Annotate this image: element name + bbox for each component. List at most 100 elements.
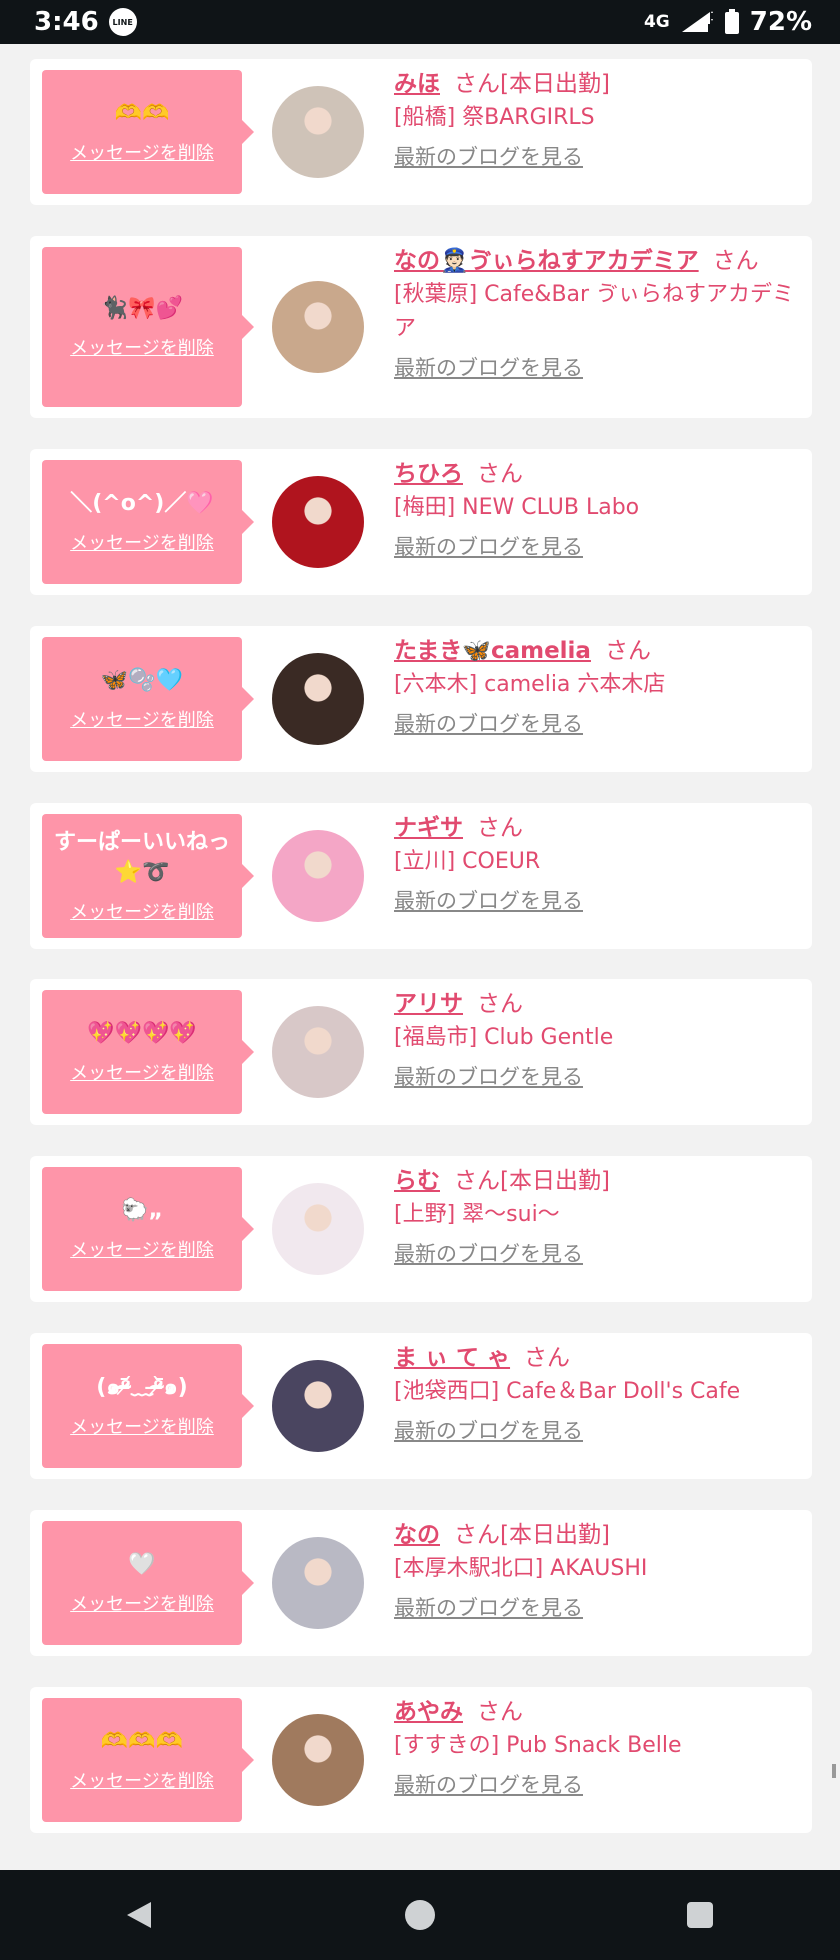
avatar[interactable] — [272, 653, 364, 745]
message-card: 💖💖💖💖 メッセージを削除 アリサ さん [福島市] Club Gentle 最新のブログ… — [30, 979, 812, 1125]
latest-blog-link[interactable]: 最新のブログを見る — [394, 1238, 802, 1270]
entry-info: らむ さん[本日出勤] [上野] 翠〜sui〜最新のブログを見る — [394, 1164, 802, 1270]
cast-name-link[interactable]: たまき🦋camelia — [394, 638, 591, 664]
delete-message-link[interactable]: メッセージを削除 — [70, 706, 214, 732]
network-type: 4G — [643, 12, 670, 32]
name-suffix: さん — [477, 991, 523, 1017]
cast-name-link[interactable]: なの — [394, 1522, 440, 1548]
status-bar: 3:46 LINE 4G 72% — [0, 0, 840, 44]
entry-info: ナギサ さん [立川] COEUR 最新のブログを見る — [394, 811, 802, 917]
shop-name: [上野] 翠〜sui〜 — [394, 1202, 560, 1227]
message-bubble: 🤍 メッセージを削除 — [42, 1521, 254, 1645]
message-list[interactable]: 🫶🫶 メッセージを削除 みほ さん[本日出勤] [船橋] 祭BARGIRLS 最新のブログ… — [0, 44, 840, 1870]
avatar[interactable] — [272, 830, 364, 922]
shop-name: [池袋西口] Cafe＆Bar Doll's Cafe — [394, 1379, 741, 1404]
latest-blog-link[interactable]: 最新のブログを見る — [394, 1061, 802, 1093]
name-line: なの👮🏻ゔぃらねすアカデミア さん — [394, 244, 802, 278]
name-suffix: さん — [477, 1699, 523, 1725]
cast-name-link[interactable]: ナギサ — [394, 815, 463, 841]
entry-info: なの👮🏻ゔぃらねすアカデミア さん [秋葉原] Cafe&Bar ゔぃらねすアカデミ… — [394, 244, 802, 384]
name-suffix: さん[本日出勤] — [454, 1522, 610, 1548]
avatar[interactable] — [272, 281, 364, 373]
delete-message-link[interactable]: メッセージを削除 — [70, 898, 214, 924]
shop-name: [秋葉原] Cafe&Bar ゔぃらねすアカデミア — [394, 282, 795, 341]
delete-message-link[interactable]: メッセージを削除 — [70, 1059, 214, 1085]
message-bubble: 💖💖💖💖 メッセージを削除 — [42, 990, 254, 1114]
avatar[interactable] — [272, 476, 364, 568]
cast-name-link[interactable]: なの👮🏻ゔぃらねすアカデミア — [394, 248, 699, 274]
avatar[interactable] — [272, 1183, 364, 1275]
delete-message-link[interactable]: メッセージを削除 — [70, 1236, 214, 1262]
latest-blog-link[interactable]: 最新のブログを見る — [394, 352, 802, 384]
message-text: 🐑„ — [121, 1198, 163, 1223]
avatar[interactable] — [272, 1006, 364, 1098]
latest-blog-link[interactable]: 最新のブログを見る — [394, 1415, 802, 1447]
clock: 3:46 — [34, 7, 99, 37]
name-line: ナギサ さん — [394, 811, 802, 845]
delete-message-link[interactable]: メッセージを削除 — [70, 1767, 214, 1793]
name-line: アリサ さん — [394, 987, 802, 1021]
message-card: 🫶🫶 メッセージを削除 みほ さん[本日出勤] [船橋] 祭BARGIRLS 最新のブログ… — [30, 59, 812, 205]
avatar[interactable] — [272, 1360, 364, 1452]
entry-info: なの さん[本日出勤] [本厚木駅北口] AKAUSHI 最新のブログを見る — [394, 1518, 802, 1624]
message-card: 🫶🫶🫶 メッセージを削除 あやみ さん [すすきの] Pub Snack Belle 最新… — [30, 1687, 812, 1833]
message-card: 🤍 メッセージを削除 なの さん[本日出勤] [本厚木駅北口] AKAUSHI 最新のブロ… — [30, 1510, 812, 1656]
line-notification-icon: LINE — [108, 8, 137, 36]
name-suffix: さん — [524, 1345, 571, 1371]
entry-info: アリサ さん [福島市] Club Gentle 最新のブログを見る — [394, 987, 802, 1093]
cast-name-link[interactable]: ま ぃ て ゃ — [394, 1345, 510, 1371]
delete-message-link[interactable]: メッセージを削除 — [70, 1590, 214, 1616]
latest-blog-link[interactable]: 最新のブログを見る — [394, 141, 802, 173]
cast-name-link[interactable]: らむ — [394, 1168, 440, 1194]
message-text: (๑ᵒ̴̶̷᷄﹏ᵒ̴̶̷᷅๑) — [96, 1375, 188, 1400]
cast-name-link[interactable]: ちひろ — [394, 461, 463, 487]
delete-message-link[interactable]: メッセージを削除 — [70, 529, 214, 555]
message-text: 🤍 — [128, 1552, 156, 1577]
cast-name-link[interactable]: アリサ — [394, 991, 463, 1017]
name-line: らむ さん[本日出勤] — [394, 1164, 802, 1198]
name-suffix: さん — [604, 638, 651, 664]
shop-name: [六本木] camelia 六本木店 — [394, 672, 666, 697]
scrollbar[interactable] — [832, 1764, 836, 1778]
latest-blog-link[interactable]: 最新のブログを見る — [394, 531, 802, 563]
name-suffix: さん — [477, 461, 523, 487]
shop-name: [すすきの] Pub Snack Belle — [394, 1733, 682, 1758]
message-text: 💖💖💖💖 — [87, 1021, 197, 1046]
message-text: 🦋🫧🩵 — [100, 668, 184, 693]
message-card: (๑ᵒ̴̶̷᷄﹏ᵒ̴̶̷᷅๑) メッセージを削除 ま ぃ て ゃさん [池袋西口] C… — [30, 1333, 812, 1479]
name-suffix: さん — [477, 815, 523, 841]
message-text: 🐈‍⬛🎀💕 — [100, 296, 184, 321]
message-text: 🫶🫶🫶 — [100, 1729, 184, 1754]
back-icon[interactable] — [110, 1885, 170, 1945]
message-bubble: 🫶🫶🫶 メッセージを削除 — [42, 1698, 254, 1822]
latest-blog-link[interactable]: 最新のブログを見る — [394, 708, 802, 740]
shop-name: [船橋] 祭BARGIRLS — [394, 105, 595, 130]
shop-name: [福島市] Club Gentle — [394, 1025, 614, 1050]
cast-name-link[interactable]: みほ — [394, 71, 440, 97]
latest-blog-link[interactable]: 最新のブログを見る — [394, 1592, 802, 1624]
entry-info: ま ぃ て ゃさん [池袋西口] Cafe＆Bar Doll's Cafe 最新のブ… — [394, 1341, 802, 1447]
avatar[interactable] — [272, 86, 364, 178]
entry-info: あやみ さん [すすきの] Pub Snack Belle 最新のブログを見る — [394, 1695, 802, 1801]
recents-icon[interactable] — [670, 1885, 730, 1945]
delete-message-link[interactable]: メッセージを削除 — [70, 1413, 214, 1439]
message-bubble: (๑ᵒ̴̶̷᷄﹏ᵒ̴̶̷᷅๑) メッセージを削除 — [42, 1344, 254, 1468]
message-text: すーぱーいいねっ⭐️➰ — [53, 830, 230, 885]
delete-message-link[interactable]: メッセージを削除 — [70, 139, 214, 165]
message-card: 🦋🫧🩵 メッセージを削除 たまき🦋camelia さん [六本木] camelia 六本… — [30, 626, 812, 772]
home-icon[interactable] — [390, 1885, 450, 1945]
message-text: ＼(^o^)／🩷 — [70, 491, 214, 516]
delete-message-link[interactable]: メッセージを削除 — [70, 334, 214, 360]
cast-name-link[interactable]: あやみ — [394, 1699, 463, 1725]
message-bubble: 🫶🫶 メッセージを削除 — [42, 70, 254, 194]
avatar[interactable] — [272, 1537, 364, 1629]
latest-blog-link[interactable]: 最新のブログを見る — [394, 885, 802, 917]
name-line: みほ さん[本日出勤] — [394, 67, 802, 101]
message-bubble: すーぱーいいねっ⭐️➰ メッセージを削除 — [42, 814, 254, 938]
battery-icon — [724, 9, 740, 35]
message-card: すーぱーいいねっ⭐️➰ メッセージを削除 ナギサ さん [立川] COEUR 最新のブログ… — [30, 803, 812, 949]
avatar[interactable] — [272, 1714, 364, 1806]
entry-info: ちひろ さん [梅田] NEW CLUB Labo 最新のブログを見る — [394, 457, 802, 563]
shop-name: [梅田] NEW CLUB Labo — [394, 495, 640, 520]
latest-blog-link[interactable]: 最新のブログを見る — [394, 1769, 802, 1801]
